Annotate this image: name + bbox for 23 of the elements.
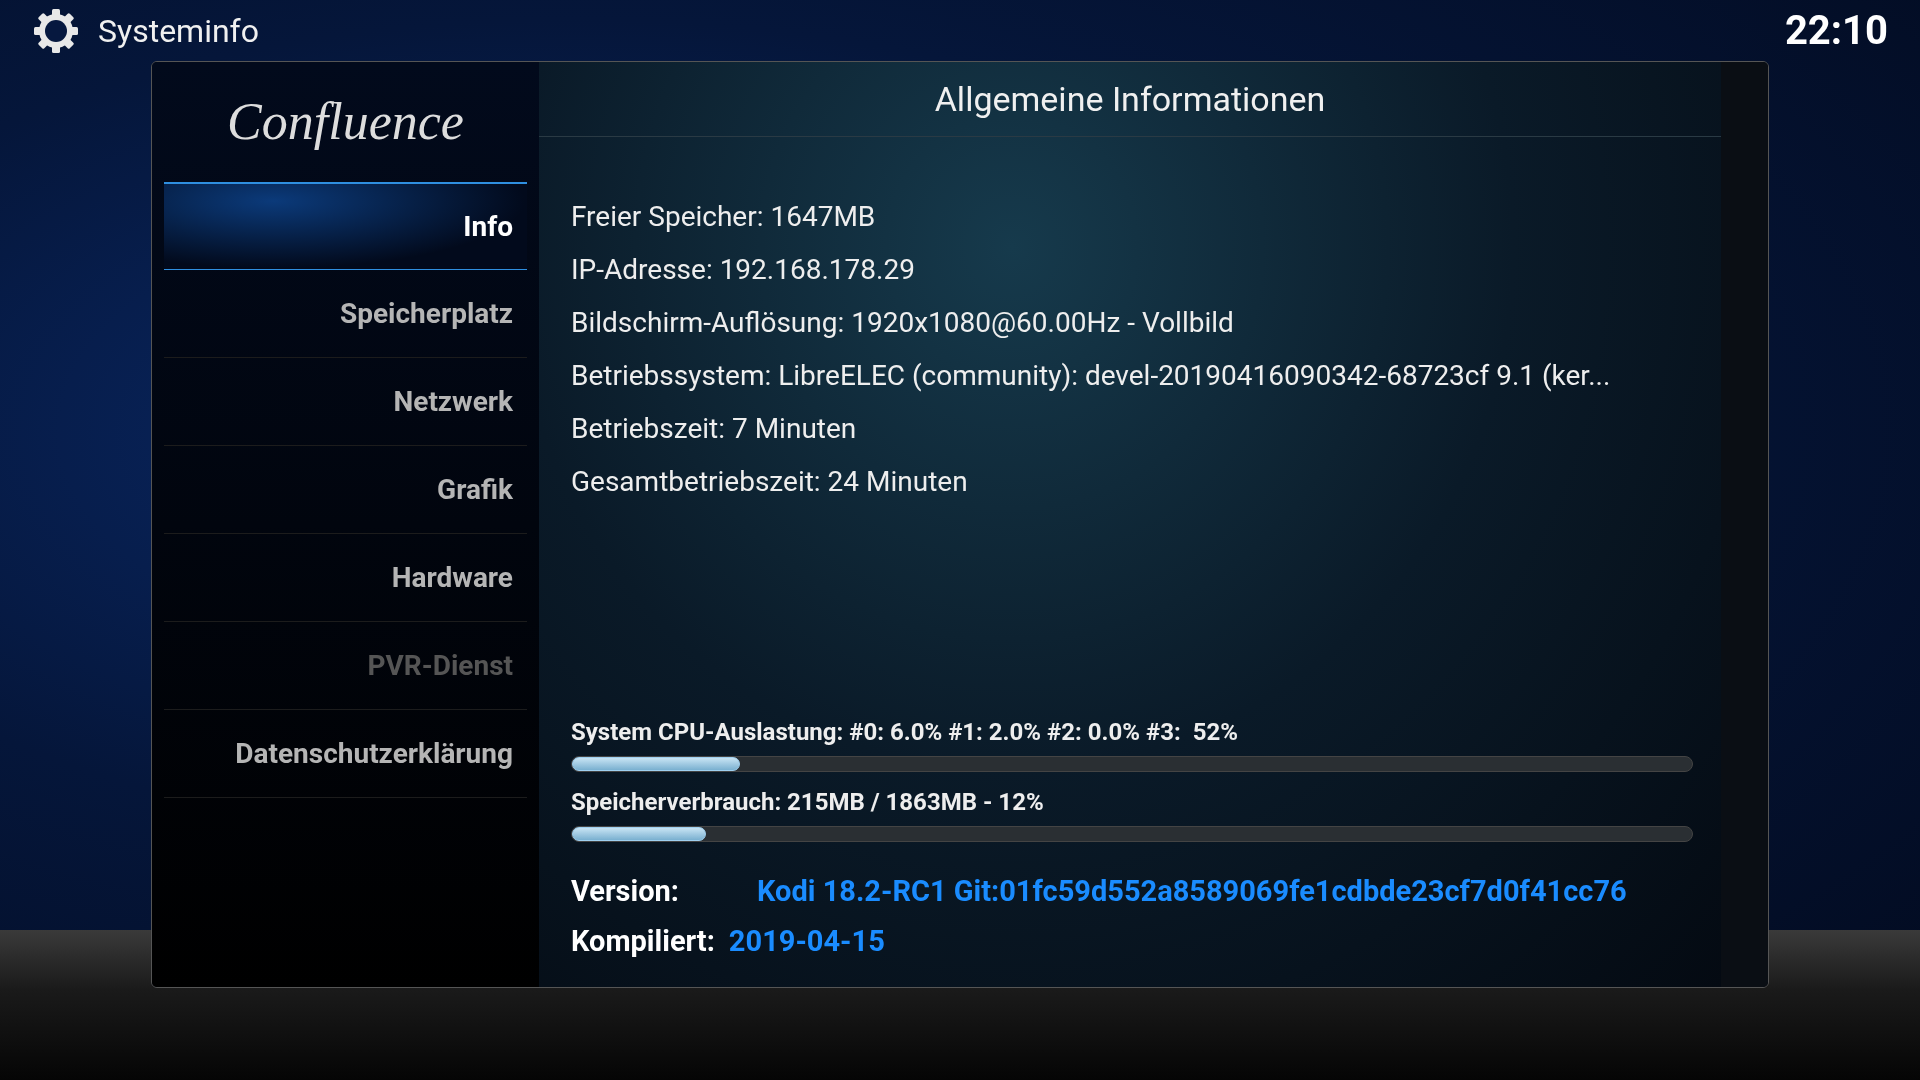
version-value: Kodi 18.2-RC1 Git:01fc59d552a8589069fe1cdbde23cf7d0f41cc76 [757,873,1627,910]
compiled-value: 2019-04-15 [728,922,885,960]
sidebar-item[interactable]: Datenschutzerklärung [164,710,527,798]
info-line: IP-Adresse: 192.168.178.29 [571,252,916,288]
sidebar-item[interactable]: Hardware [164,534,527,622]
info-line: Bildschirm-Auflösung: 1920x1080@60.00Hz - Vollbild [571,305,1235,341]
sidebar-item[interactable]: Netzwerk [164,358,527,446]
sidebar-item[interactable]: Speicherplatz [164,270,527,358]
meter-label: System CPU-Auslastung: #0: 6.0% #1: 2.0% #2: 0.0% #3: 52% [571,717,1239,748]
meter-label: Speicherverbrauch: 215MB / 1863MB - 12% [571,787,1045,818]
window-title: Systeminfo [98,10,259,52]
panel-heading: Allgemeine Informationen [934,77,1326,121]
sidebar-item[interactable]: Info [164,182,527,270]
version-label: Version: [571,873,680,910]
info-line: Gesamtbetriebszeit: 24 Minuten [571,464,969,500]
logo: Confluence [227,92,464,152]
info-line: Freier Speicher: 1647MB [571,199,877,235]
compiled-label: Kompiliert: [571,922,715,960]
clock: 22:10 [1784,5,1888,56]
sidebar-item[interactable]: Grafik [164,446,527,534]
info-line: Betriebssystem: LibreELEC (community): devel-20190416090342-68723cf 9.1 (ker... [571,358,1612,394]
info-line: Betriebszeit: 7 Minuten [571,411,858,447]
settings-icon [32,6,80,55]
